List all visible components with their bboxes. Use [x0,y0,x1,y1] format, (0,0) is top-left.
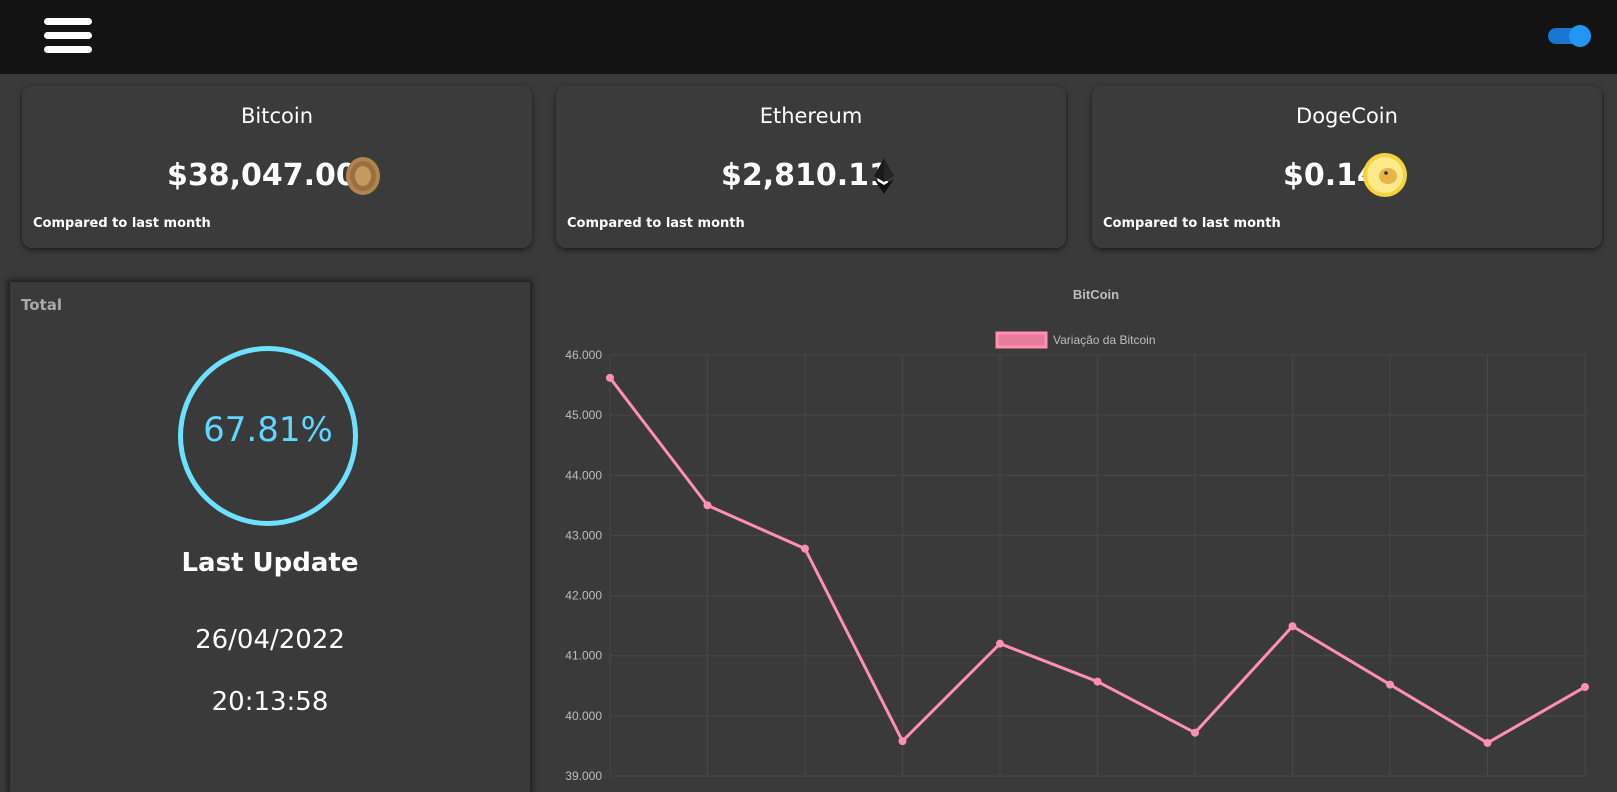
y-tick-label: 45.000 [565,408,602,422]
data-point [1581,682,1589,691]
legend-label: Variação da Bitcoin [1053,333,1156,347]
bitcoin-chart: BitCoin Variação da Bitcoin 46.000 45.000 44… [540,282,1617,780]
dogecoin-card: DogeCoin $0.14 Compared to last month [1092,86,1602,248]
y-tick-label: 40.000 [565,709,602,723]
dogecoin-icon [1363,153,1407,197]
data-point [1191,728,1199,737]
data-point [996,639,1004,648]
percent-value: 67.81% [203,410,333,450]
y-tick-label: 44.000 [565,468,602,482]
card-price: $2,810.11 [721,158,890,193]
compare-text: Compared to last month [33,216,211,231]
hamburger-menu-icon[interactable] [44,18,92,54]
theme-toggle[interactable] [1548,25,1591,47]
line-chart-svg: BitCoin Variação da Bitcoin 46.000 45.000 44… [565,287,1589,780]
data-point [898,737,907,746]
data-point [801,544,809,553]
total-label: Total [21,296,62,314]
ethereum-icon [874,158,894,194]
ethereum-card: Ethereum $2,810.11 Compared to last mont… [556,86,1066,248]
toggle-knob [1569,25,1591,47]
menu-bar-line [44,18,92,25]
data-point [1288,622,1297,631]
compare-text: Compared to last month [1103,216,1281,231]
last-update-heading: Last Update [181,548,359,578]
card-title: DogeCoin [1296,104,1398,128]
y-tick-label: 39.000 [565,769,602,780]
card-price: $38,047.00 [167,158,357,193]
data-point [606,373,614,382]
last-update-time: 20:13:58 [211,687,329,717]
menu-bar-line [44,32,92,39]
card-title: Ethereum [759,104,863,128]
last-update-date: 26/04/2022 [195,625,345,655]
compare-text: Compared to last month [567,216,745,231]
bitcoin-coin-icon [346,157,380,195]
legend-swatch [995,331,1048,349]
data-point [1386,680,1394,689]
y-tick-label: 41.000 [565,649,602,663]
y-tick-label: 43.000 [565,528,602,542]
data-point [1093,677,1102,686]
y-tick-label: 42.000 [565,589,602,603]
menu-bar-line [44,46,92,53]
bitcoin-card: Bitcoin $38,047.00 Compared to last mont… [22,86,532,248]
data-point [1483,738,1492,747]
total-panel: Total 67.81% Last Update 26/04/2022 20:1… [10,282,530,792]
y-tick-label: 46.000 [565,348,602,362]
chart-title: BitCoin [1073,287,1119,302]
top-bar [0,0,1617,74]
card-title: Bitcoin [240,104,313,128]
data-point [703,501,712,510]
